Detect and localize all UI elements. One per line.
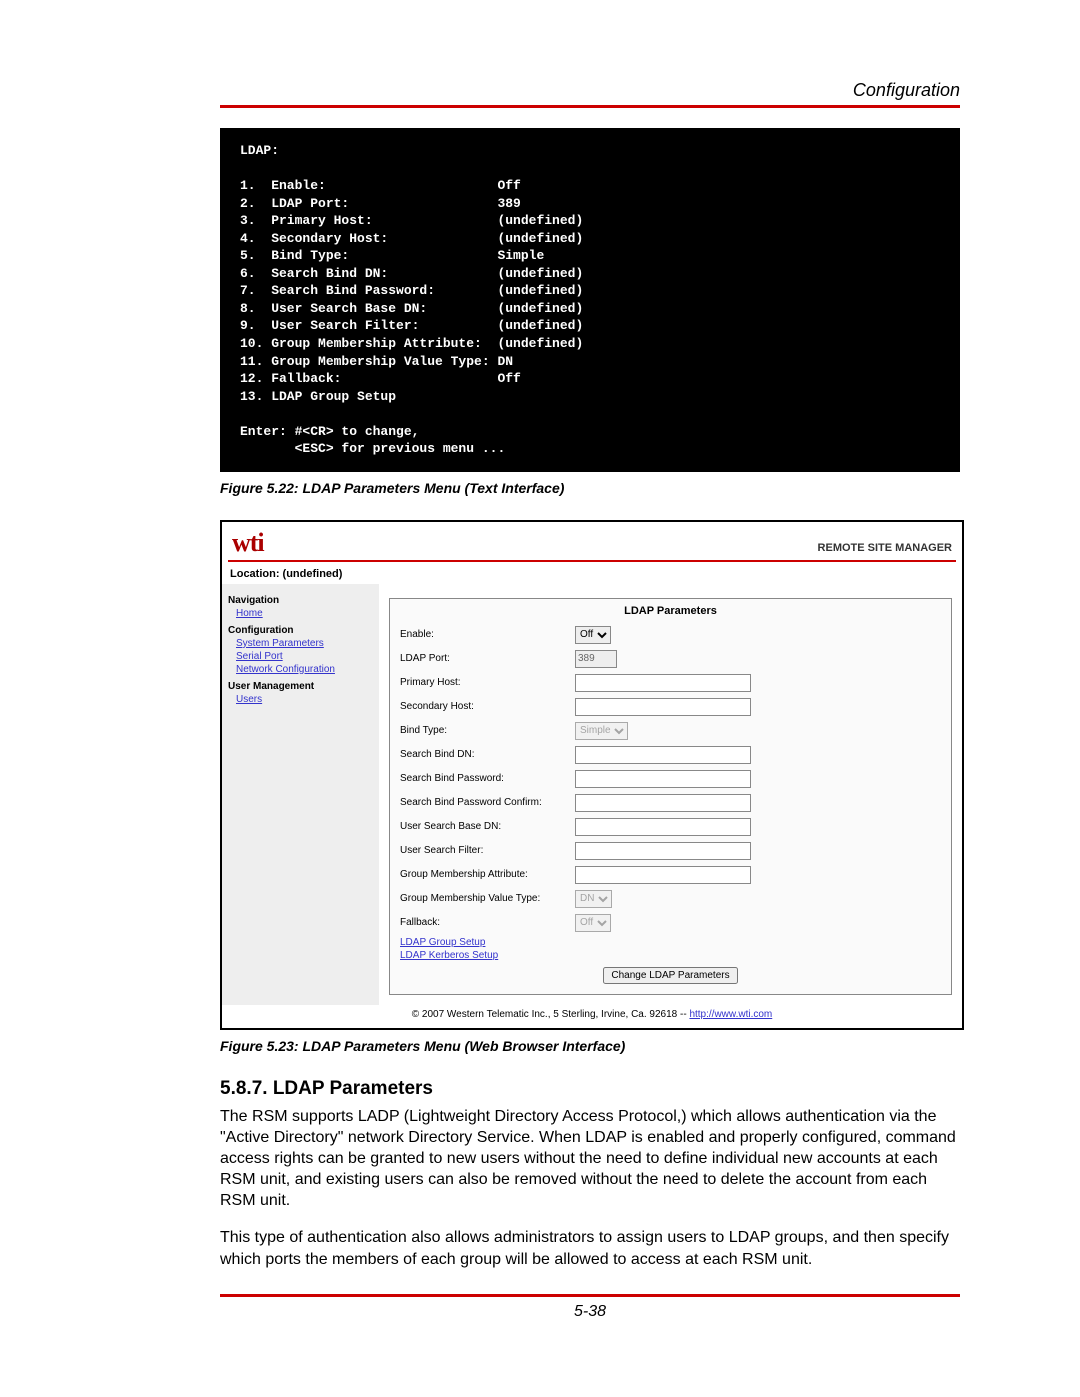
sidebar: Navigation Home Configuration System Par… bbox=[222, 584, 379, 1005]
search-bind-password-label: Search Bind Password: bbox=[400, 773, 575, 784]
config-heading: Configuration bbox=[228, 624, 373, 637]
body-paragraph-1: The RSM supports LADP (Lightweight Direc… bbox=[220, 1106, 960, 1212]
secondary-host-input[interactable] bbox=[575, 698, 751, 716]
change-ldap-parameters-button[interactable]: Change LDAP Parameters bbox=[603, 967, 737, 984]
nav-serial-port-link[interactable]: Serial Port bbox=[236, 650, 373, 663]
web-red-rule bbox=[228, 560, 956, 562]
enable-select[interactable]: Off bbox=[575, 626, 611, 644]
ldap-params-panel: LDAP Parameters Enable: Off LDAP Port: 3… bbox=[389, 598, 952, 995]
search-bind-dn-label: Search Bind DN: bbox=[400, 749, 575, 760]
page-number: 5-38 bbox=[220, 1303, 960, 1321]
ldap-port-input[interactable]: 389 bbox=[575, 650, 617, 668]
ldap-port-label: LDAP Port: bbox=[400, 653, 575, 664]
group-membership-attribute-input[interactable] bbox=[575, 866, 751, 884]
ldap-group-setup-link[interactable]: LDAP Group Setup bbox=[400, 937, 947, 948]
secondary-host-label: Secondary Host: bbox=[400, 701, 575, 712]
web-footer-text: © 2007 Western Telematic Inc., 5 Sterlin… bbox=[412, 1009, 690, 1020]
search-bind-password-input[interactable] bbox=[575, 770, 751, 788]
user-search-filter-input[interactable] bbox=[575, 842, 751, 860]
figure-5-23-caption: Figure 5.23: LDAP Parameters Menu (Web B… bbox=[220, 1038, 960, 1054]
bind-type-select[interactable]: Simple bbox=[575, 722, 628, 740]
primary-host-input[interactable] bbox=[575, 674, 751, 692]
group-membership-value-type-select[interactable]: DN bbox=[575, 890, 612, 908]
user-search-filter-label: User Search Filter: bbox=[400, 845, 575, 856]
web-footer-link[interactable]: http://www.wti.com bbox=[689, 1009, 772, 1020]
section-heading: 5.8.7. LDAP Parameters bbox=[220, 1078, 960, 1100]
user-mgmt-heading: User Management bbox=[228, 680, 373, 693]
nav-heading: Navigation bbox=[228, 594, 373, 607]
nav-users-link[interactable]: Users bbox=[236, 693, 373, 706]
web-figure: wti REMOTE SITE MANAGER Location: (undef… bbox=[220, 520, 964, 1030]
search-bind-password-confirm-input[interactable] bbox=[575, 794, 751, 812]
user-search-base-dn-label: User Search Base DN: bbox=[400, 821, 575, 832]
group-membership-value-type-label: Group Membership Value Type: bbox=[400, 893, 575, 904]
nav-network-config-link[interactable]: Network Configuration bbox=[236, 663, 373, 676]
product-label: REMOTE SITE MANAGER bbox=[818, 542, 952, 558]
ldap-kerberos-setup-link[interactable]: LDAP Kerberos Setup bbox=[400, 950, 947, 961]
figure-5-22-caption: Figure 5.22: LDAP Parameters Menu (Text … bbox=[220, 480, 960, 496]
search-bind-password-confirm-label: Search Bind Password Confirm: bbox=[400, 797, 575, 808]
top-rule bbox=[220, 105, 960, 108]
primary-host-label: Primary Host: bbox=[400, 677, 575, 688]
ldap-params-title: LDAP Parameters bbox=[394, 603, 947, 623]
nav-system-parameters-link[interactable]: System Parameters bbox=[236, 637, 373, 650]
bottom-rule bbox=[220, 1294, 960, 1297]
fallback-select[interactable]: Off bbox=[575, 914, 611, 932]
bind-type-label: Bind Type: bbox=[400, 725, 575, 736]
user-search-base-dn-input[interactable] bbox=[575, 818, 751, 836]
fallback-label: Fallback: bbox=[400, 917, 575, 928]
terminal-figure: LDAP: 1. Enable: Off 2. LDAP Port: 389 3… bbox=[220, 128, 960, 472]
search-bind-dn-input[interactable] bbox=[575, 746, 751, 764]
group-membership-attribute-label: Group Membership Attribute: bbox=[400, 869, 575, 880]
nav-home-link[interactable]: Home bbox=[236, 607, 373, 620]
wti-logo: wti bbox=[232, 528, 264, 558]
web-footer: © 2007 Western Telematic Inc., 5 Sterlin… bbox=[222, 1005, 962, 1028]
page-header: Configuration bbox=[220, 80, 960, 101]
location-label: Location: (undefined) bbox=[230, 568, 954, 580]
enable-label: Enable: bbox=[400, 629, 575, 640]
body-paragraph-2: This type of authentication also allows … bbox=[220, 1227, 960, 1269]
